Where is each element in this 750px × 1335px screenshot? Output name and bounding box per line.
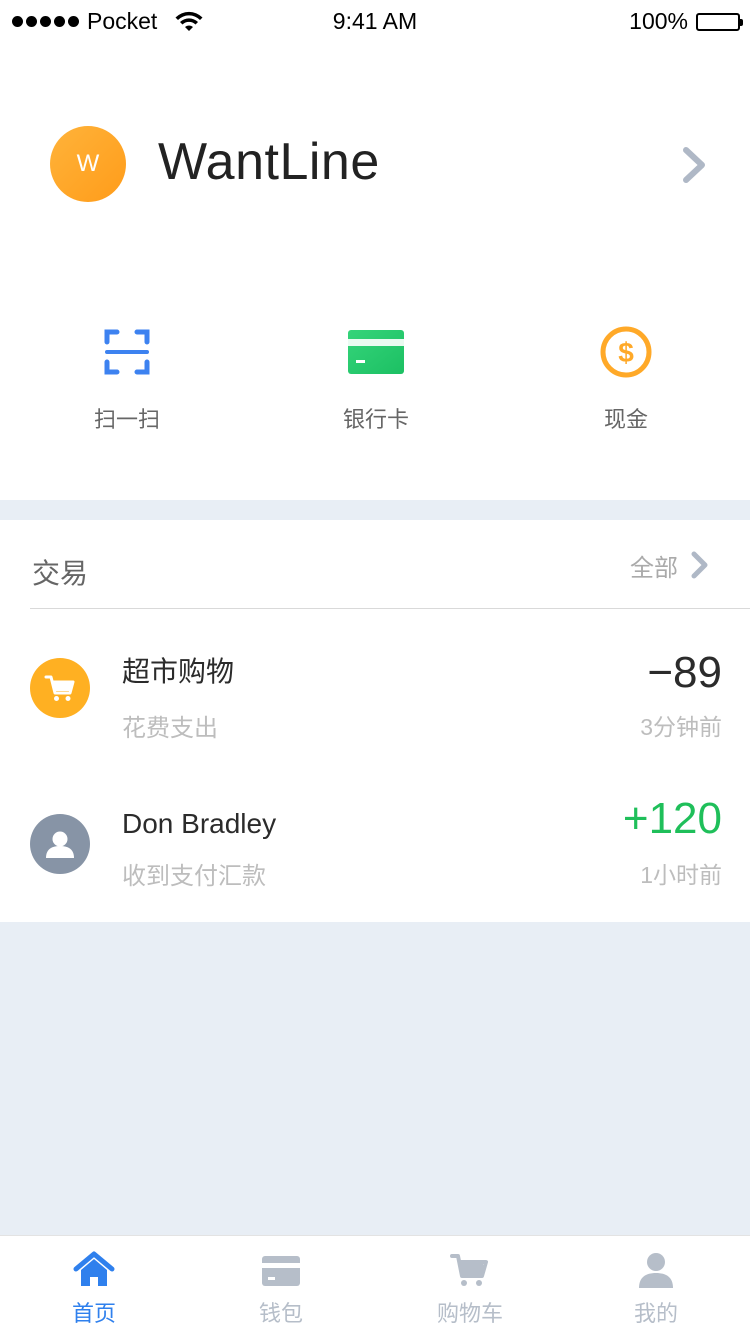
tab-label: 我的	[633, 1301, 678, 1326]
profile-icon	[639, 1253, 673, 1288]
transaction-time: 1小时前	[640, 862, 722, 888]
quick-action-label: 现金	[603, 407, 648, 432]
shopping-cart-icon	[44, 675, 75, 701]
chevron-right-icon[interactable]	[680, 146, 708, 184]
tab-cart[interactable]: 购物车	[410, 1250, 530, 1328]
scan-icon	[104, 329, 150, 375]
home-icon	[73, 1251, 115, 1286]
battery-group: 100%	[629, 8, 743, 35]
battery-percent: 100%	[629, 8, 688, 34]
tab-profile[interactable]: 我的	[596, 1250, 716, 1328]
transaction-icon-badge	[30, 814, 90, 874]
transaction-amount: +120	[622, 794, 722, 843]
tab-label: 钱包	[258, 1301, 303, 1326]
view-all-link[interactable]: 全部	[630, 548, 678, 583]
transaction-title: Don Bradley	[122, 808, 277, 839]
tab-home[interactable]: 首页	[34, 1250, 154, 1328]
transaction-row[interactable]: 超市购物 花费支出 −89 3分钟前	[0, 616, 750, 756]
divider	[30, 608, 750, 609]
transactions-title: 交易	[32, 558, 89, 589]
quick-action-cash[interactable]: $ 现金	[551, 324, 701, 434]
bank-card-icon	[348, 330, 404, 374]
svg-text:$: $	[618, 337, 634, 368]
transaction-subtitle: 收到支付汇款	[122, 863, 266, 890]
wallet-card-icon	[262, 1256, 300, 1286]
tab-label: 购物车	[436, 1301, 503, 1326]
user-icon	[46, 831, 74, 858]
transaction-amount: −89	[647, 648, 722, 697]
tab-bar: 首页 钱包 购物车 我的	[0, 1235, 750, 1335]
cash-dollar-icon: $	[600, 326, 652, 378]
transaction-subtitle: 花费支出	[122, 715, 218, 742]
quick-action-bank-card[interactable]: 银行卡	[301, 324, 451, 434]
tab-label: 首页	[71, 1301, 116, 1326]
tab-wallet[interactable]: 钱包	[221, 1250, 341, 1328]
transaction-icon-badge	[30, 658, 90, 718]
transaction-title: 超市购物	[122, 656, 235, 687]
quick-action-label: 银行卡	[342, 407, 409, 432]
cart-icon	[450, 1254, 488, 1286]
transaction-row[interactable]: Don Bradley 收到支付汇款 +120 1小时前	[0, 766, 750, 906]
battery-icon	[696, 12, 743, 31]
transactions-section: 交易 全部 超市购物 花费支出 −89 3分钟前 Don Bradley 收到支…	[0, 520, 750, 922]
profile-name[interactable]: WantLine	[158, 132, 380, 192]
avatar-letter: W	[76, 150, 100, 177]
transaction-time: 3分钟前	[640, 714, 722, 740]
status-bar: Pocket 9:41 AM 100%	[0, 0, 750, 44]
quick-action-scan[interactable]: 扫一扫	[52, 324, 202, 434]
quick-action-label: 扫一扫	[93, 407, 160, 432]
chevron-right-icon[interactable]	[690, 550, 710, 580]
profile-section: W WantLine 扫一扫 银行卡 $ 现金	[0, 44, 750, 500]
avatar[interactable]: W	[50, 126, 126, 202]
